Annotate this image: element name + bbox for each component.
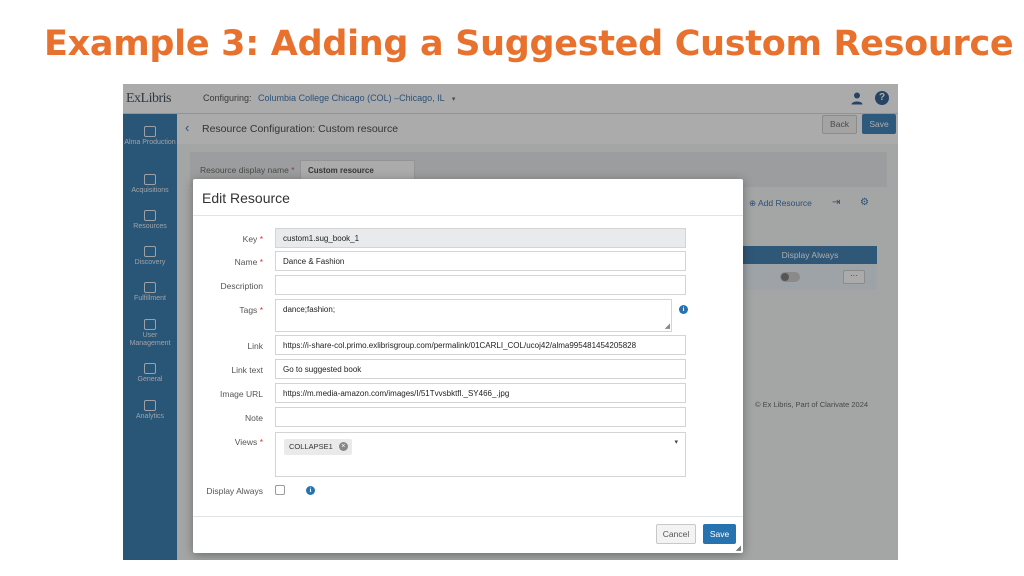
note-label: Note xyxy=(245,413,263,423)
divider xyxy=(193,516,743,517)
views-multiselect[interactable]: COLLAPSE1 × ▾ xyxy=(275,432,686,477)
tags-label: Tags * xyxy=(193,305,263,315)
info-icon[interactable]: i xyxy=(306,486,315,495)
resize-handle-icon[interactable]: ◢ xyxy=(736,544,741,552)
resize-handle-icon[interactable]: ◢ xyxy=(665,323,670,330)
link-text-field[interactable]: Go to suggested book xyxy=(275,359,686,379)
required-marker: * xyxy=(259,257,263,267)
tags-value: dance;fashion; xyxy=(283,305,336,314)
image-url-field[interactable]: https://m.media-amazon.com/images/I/51Tv… xyxy=(275,383,686,403)
link-label: Link xyxy=(247,341,263,351)
remove-chip-icon[interactable]: × xyxy=(338,442,348,451)
tags-label-text: Tags xyxy=(239,305,258,315)
link-text-label: Link text xyxy=(231,365,263,375)
cancel-button[interactable]: Cancel xyxy=(656,524,696,544)
view-chip-label: COLLAPSE1 xyxy=(289,442,333,451)
required-marker: * xyxy=(259,305,263,315)
key-label-text: Key xyxy=(242,234,258,244)
key-label: Key * xyxy=(193,234,263,244)
description-label: Description xyxy=(220,281,263,291)
slide-title: Example 3: Adding a Suggested Custom Res… xyxy=(44,24,1014,64)
name-label-text: Name xyxy=(234,257,258,267)
dialog-title: Edit Resource xyxy=(202,190,290,206)
required-marker: * xyxy=(259,437,263,447)
edit-resource-dialog: Edit Resource Key * custom1.sug_book_1 N… xyxy=(193,179,743,553)
chevron-down-icon[interactable]: ▾ xyxy=(674,438,678,446)
alma-screenshot: ExLibris Configuring: Columbia College C… xyxy=(123,84,898,560)
view-chip: COLLAPSE1 × xyxy=(284,439,352,455)
display-always-label: Display Always xyxy=(206,486,263,496)
required-marker: * xyxy=(259,234,263,244)
name-label: Name * xyxy=(193,257,263,267)
link-field[interactable]: https://i-share-col.primo.exlibrisgroup.… xyxy=(275,335,686,355)
image-url-label: Image URL xyxy=(220,389,263,399)
info-icon[interactable]: i xyxy=(679,305,688,314)
save-button[interactable]: Save xyxy=(703,524,736,544)
views-label-text: Views xyxy=(234,437,258,447)
tags-textarea[interactable]: dance;fashion; ◢ xyxy=(275,299,672,332)
divider xyxy=(193,215,743,216)
display-always-checkbox[interactable] xyxy=(275,485,285,495)
name-field[interactable]: Dance & Fashion xyxy=(275,251,686,271)
key-field: custom1.sug_book_1 xyxy=(275,228,686,248)
note-field[interactable] xyxy=(275,407,686,427)
views-label: Views * xyxy=(193,437,263,447)
description-field[interactable] xyxy=(275,275,686,295)
